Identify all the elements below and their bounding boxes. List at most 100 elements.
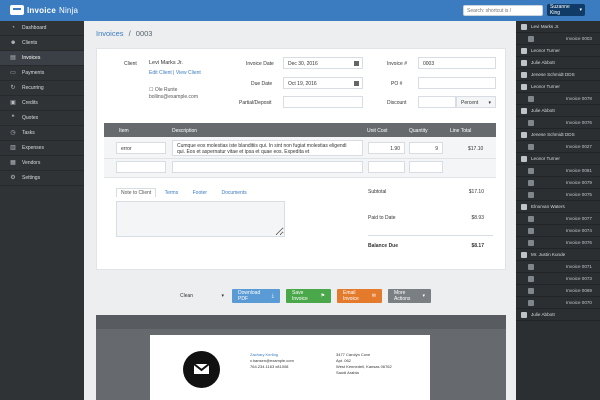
sidebar-item-expenses[interactable]: ▥ Expenses xyxy=(0,141,84,156)
recent-invoice-item[interactable]: Invoice 0070 xyxy=(516,297,600,309)
recent-invoice-item[interactable]: Invoice 0077 xyxy=(516,213,600,225)
recent-invoice-item[interactable]: Invoice 0074 xyxy=(516,225,600,237)
search-input[interactable] xyxy=(463,5,543,16)
gear-icon: ⚙ xyxy=(10,175,16,181)
design-select[interactable]: Clean ▾ xyxy=(178,289,226,303)
recent-invoice-item[interactable]: Invoice 0069 xyxy=(516,285,600,297)
po-field[interactable] xyxy=(418,77,496,89)
recent-client-item[interactable]: Elnorvan Waters xyxy=(516,201,600,213)
download-pdf-button[interactable]: Download PDF ⤓ xyxy=(232,289,280,303)
unit-cost-cell[interactable]: 1.90 xyxy=(368,142,405,154)
file-icon xyxy=(528,191,534,198)
column-header-line-total: Line Total xyxy=(450,128,472,134)
client-name[interactable]: Levi Marks Jr. xyxy=(149,60,183,66)
recent-client-item[interactable]: Jenese Schmidt DDS xyxy=(516,129,600,141)
recent-client-item[interactable]: Leonor Turner xyxy=(516,153,600,165)
file-icon xyxy=(528,119,534,126)
email-invoice-button[interactable]: Email Invoice ✉ xyxy=(337,289,382,303)
sidebar-item-clients[interactable]: ☻ Clients xyxy=(0,36,84,51)
recent-invoice-item[interactable]: Invoice 0076 xyxy=(516,237,600,249)
recent-client-item[interactable]: Mr. Justin Kunde xyxy=(516,249,600,261)
logo-mark-icon xyxy=(10,5,24,15)
recent-item-label: Leonor Turner xyxy=(531,48,560,53)
tab-documents[interactable]: Documents xyxy=(221,190,246,196)
expense-icon: ▥ xyxy=(10,145,16,151)
sidebar-item-credits[interactable]: ▣ Credits xyxy=(0,96,84,111)
calendar-icon[interactable] xyxy=(354,61,359,66)
new-item-cell[interactable] xyxy=(116,161,166,173)
tab-terms[interactable]: Terms xyxy=(165,190,179,196)
recent-invoice-item[interactable]: Invoice 0003 xyxy=(516,33,600,45)
recent-invoice-item[interactable]: Invoice 0071 xyxy=(516,261,600,273)
discount-type-select[interactable]: Percent ▾ xyxy=(456,96,496,108)
recent-item-label: Invoice 0003 xyxy=(565,36,592,41)
app-logo[interactable]: Invoice Ninja xyxy=(10,5,78,15)
file-icon xyxy=(528,287,534,294)
recent-client-item[interactable]: Leonor Turner xyxy=(516,81,600,93)
sidebar-item-settings[interactable]: ⚙ Settings xyxy=(0,171,84,186)
contact-checkbox[interactable]: ☐ Ole Runte xyxy=(149,87,177,93)
description-cell[interactable]: Cumque eos molestias iste blanditiis qui… xyxy=(172,140,363,156)
credit-icon: ▣ xyxy=(10,100,16,106)
subtotal-value: $17.10 xyxy=(468,189,484,195)
user-icon xyxy=(521,23,527,30)
recent-client-item[interactable]: Leonor Turner xyxy=(516,45,600,57)
new-quantity-cell[interactable] xyxy=(409,161,443,173)
quantity-cell[interactable]: 9 xyxy=(409,142,443,154)
sidebar-item-invoices[interactable]: ▤ Invoices xyxy=(0,51,84,66)
top-navbar: InvoiceNinja Suzanne King ▾ xyxy=(0,0,600,21)
client-label: Client xyxy=(124,61,137,67)
save-invoice-button[interactable]: Save Invoice ⚑ xyxy=(286,289,331,303)
invoice-number-label: Invoice # xyxy=(387,61,408,67)
recent-client-item[interactable]: Jenese Schmidt DDS xyxy=(516,69,600,81)
sidebar-item-quotes[interactable]: ❝ Quotes xyxy=(0,111,84,126)
paid-label: Paid to Date xyxy=(368,215,396,221)
sidebar-item-payments[interactable]: ▭ Payments xyxy=(0,66,84,81)
recent-invoice-item[interactable]: Invoice 0073 xyxy=(516,273,600,285)
sidebar-item-recurring[interactable]: ↻ Recurring xyxy=(0,81,84,96)
breadcrumb-invoices-link[interactable]: Invoices xyxy=(96,29,124,38)
recent-invoice-item[interactable]: Invoice 0075 xyxy=(516,189,600,201)
invoice-number-field[interactable]: 0003 xyxy=(418,57,496,69)
recent-client-item[interactable]: Levi Marks Jr. xyxy=(516,21,600,33)
recent-item-label: Jenese Schmidt DDS xyxy=(531,72,575,77)
vendor-icon: ▦ xyxy=(10,160,16,166)
recent-invoice-item[interactable]: Invoice 0078 xyxy=(516,93,600,105)
recent-invoice-item[interactable]: Invoice 0081 xyxy=(516,165,600,177)
due-date-field[interactable]: Oct 19, 2016 xyxy=(283,77,363,89)
credit-card-icon: ▭ xyxy=(10,70,16,76)
new-description-cell[interactable] xyxy=(172,161,363,173)
discount-label: Discount xyxy=(387,100,407,106)
recent-invoice-item[interactable]: Invoice 0079 xyxy=(516,177,600,189)
balance-label: Balance Due xyxy=(368,243,399,249)
user-icon xyxy=(521,83,527,90)
recurring-icon: ↻ xyxy=(10,85,16,91)
column-header-quantity: Quantity xyxy=(409,128,428,134)
contact-email: bollins@example.com xyxy=(149,94,198,100)
recent-client-item[interactable]: Julie Abbott xyxy=(516,57,600,69)
more-actions-button[interactable]: More Actions ▾ xyxy=(388,289,431,303)
client-links[interactable]: Edit Client | View Client xyxy=(149,70,201,76)
sidebar-item-tasks[interactable]: ◷ Tasks xyxy=(0,126,84,141)
tab-note-to-client[interactable]: Note to Client xyxy=(116,188,157,197)
item-cell[interactable]: error xyxy=(116,142,166,154)
paid-row: Paid to Date $8.93 xyxy=(368,215,488,221)
sidebar-item-label: Expenses xyxy=(22,145,44,151)
invoice-date-field[interactable]: Dec 30, 2016 xyxy=(283,57,363,69)
tab-footer[interactable]: Footer xyxy=(193,190,207,196)
new-unit-cost-cell[interactable] xyxy=(368,161,405,173)
user-menu-button[interactable]: Suzanne King ▾ xyxy=(547,4,585,16)
recent-client-item[interactable]: Julie Abbott xyxy=(516,309,600,321)
sidebar-item-label: Credits xyxy=(22,100,38,106)
note-to-client-textarea[interactable] xyxy=(116,201,285,237)
calendar-icon[interactable] xyxy=(354,81,359,86)
recent-invoice-item[interactable]: Invoice 0027 xyxy=(516,141,600,153)
file-icon xyxy=(528,215,534,222)
sidebar-item-dashboard[interactable]: ◔ Dashboard xyxy=(0,21,84,36)
sidebar-item-vendors[interactable]: ▦ Vendors xyxy=(0,156,84,171)
discount-field[interactable] xyxy=(418,96,456,108)
partial-field[interactable] xyxy=(283,96,363,108)
line-items-header: Item Description Unit Cost Quantity Line… xyxy=(104,123,496,137)
recent-client-item[interactable]: Julie Abbott xyxy=(516,105,600,117)
recent-invoice-item[interactable]: Invoice 0076 xyxy=(516,117,600,129)
